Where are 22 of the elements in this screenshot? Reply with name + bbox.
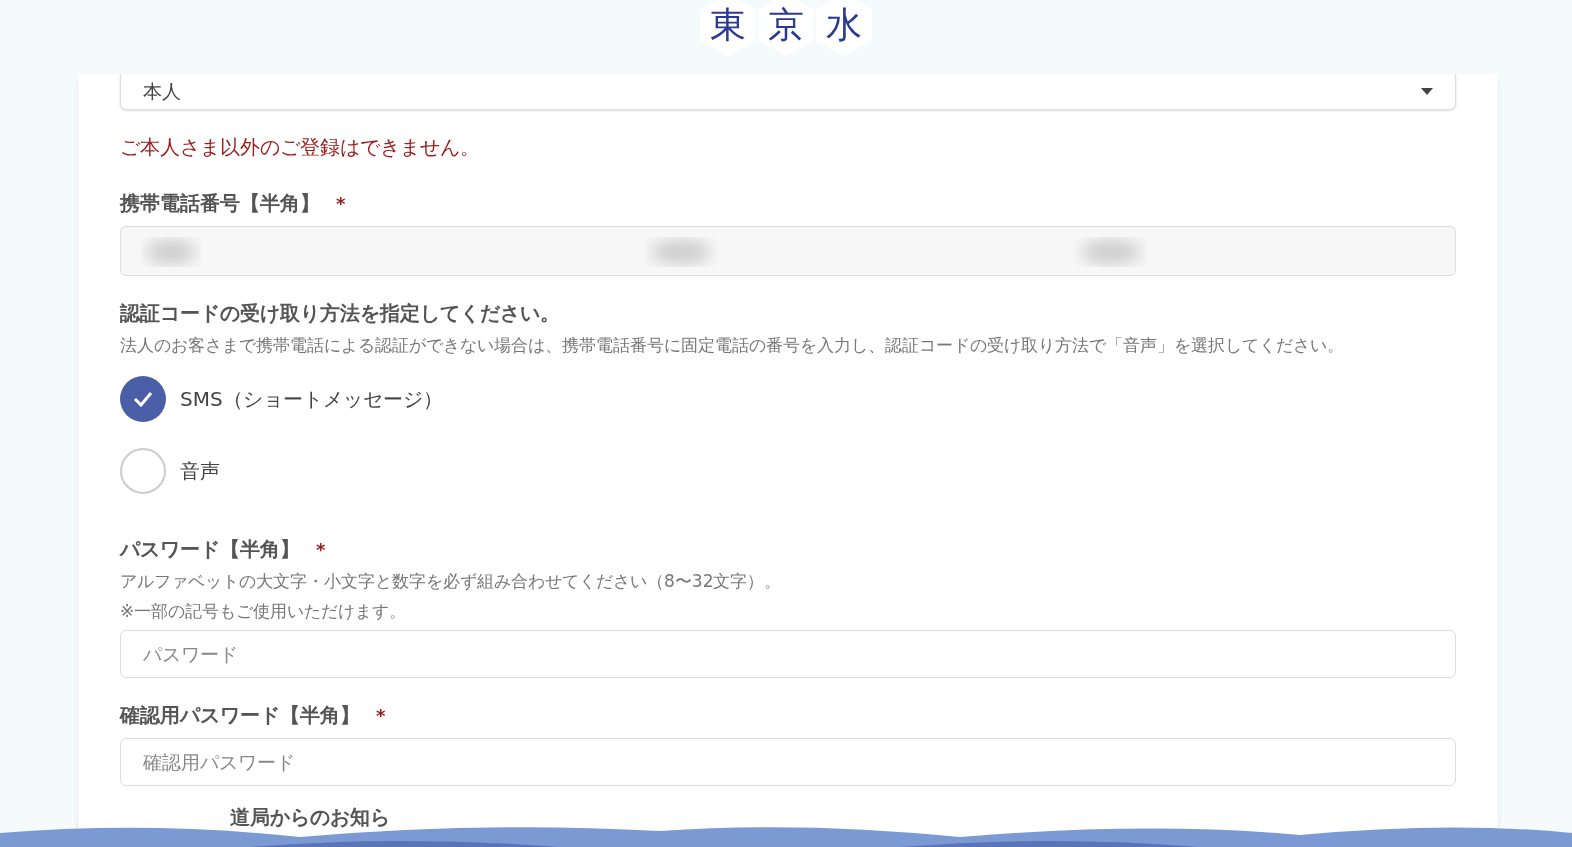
radio-button[interactable] [120, 376, 166, 422]
field-label: 確認用パスワード【半角】 [120, 702, 360, 729]
relationship-select[interactable]: 本人 [120, 74, 1456, 110]
required-mark: * [336, 191, 346, 216]
section-heading: 認証コードの受け取り方法を指定してください。 [120, 300, 561, 327]
logo-drawing: 東 京 水 [700, 0, 872, 56]
password-field[interactable]: パスワード [120, 630, 1456, 678]
field-label: 携帯電話番号【半角】 [120, 190, 320, 217]
radio-label: SMS（ショートメッセージ） [180, 386, 443, 413]
radio-label: 音声 [180, 458, 220, 485]
check-icon [133, 391, 153, 407]
note-text: 法人のお客さまで携帯電話による認証ができない場合は、携帯電話番号に固定電話の番号を入力し、認証コードの受け取り方法で「音声」を選択してください。 [120, 335, 1345, 357]
hint-text: アルファベットの大文字・小文字と数字を必ず組み合わせてください（8〜32文字）。 [120, 570, 783, 593]
radio-button[interactable] [120, 448, 166, 494]
caret-icon [1421, 88, 1433, 95]
required-mark: * [376, 703, 386, 728]
hint-text: ※一部の記号もご使用いただけます。 [120, 600, 408, 623]
required-mark: * [316, 537, 326, 562]
section-heading: 道局からのお知ら [230, 804, 391, 831]
error-message: ご本人さま以外のご登録はできません。 [120, 134, 481, 161]
field-label: パスワード【半角】 [120, 536, 300, 563]
confirm-password-field[interactable]: 確認用パスワード [120, 738, 1456, 786]
